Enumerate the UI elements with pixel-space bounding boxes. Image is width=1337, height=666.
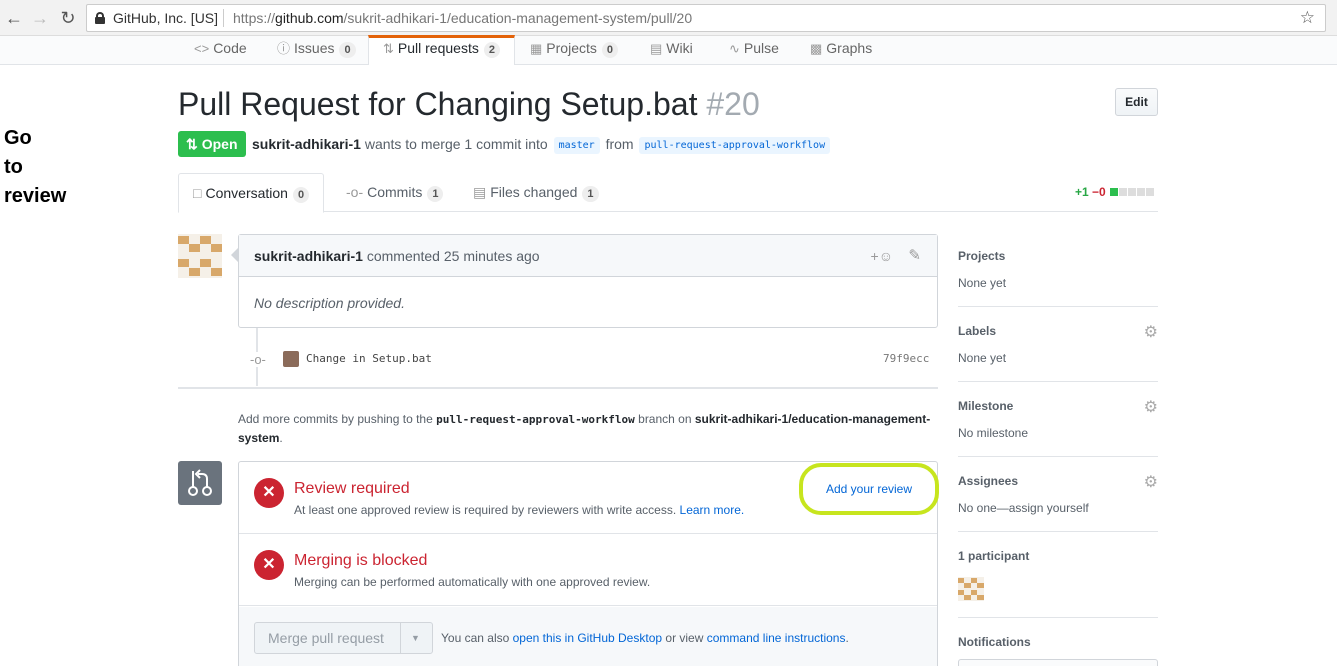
sidebar-divider bbox=[958, 617, 1158, 618]
diffstat: +1 −0 bbox=[1075, 185, 1154, 199]
repo-nav: <> Code ⓘ Issues 0 ⇅ Pull requests 2 ▦ Project… bbox=[0, 35, 1337, 65]
pull-request-icon: ⇅ bbox=[186, 136, 198, 152]
pr-meta: sukrit-adhikari-1 wants to merge 1 commi… bbox=[252, 136, 832, 154]
sidebar-divider bbox=[958, 531, 1158, 532]
tab-commits[interactable]: -o- Commits 1 bbox=[346, 173, 444, 212]
tab-files-changed[interactable]: ▤ Files changed 1 bbox=[473, 173, 599, 212]
diffstat-block bbox=[1146, 188, 1154, 196]
sidebar-notifications: Notifications bbox=[958, 635, 1031, 649]
commit-author-avatar[interactable] bbox=[283, 351, 299, 367]
address-bar[interactable]: GitHub, Inc. [US] https://github.com/suk… bbox=[86, 4, 1326, 32]
site-identity: GitHub, Inc. [US] bbox=[113, 10, 219, 26]
tab-issues[interactable]: ⓘ Issues 0 bbox=[277, 36, 356, 65]
merge-pull-request-button[interactable]: Merge pull request ▼ bbox=[254, 622, 433, 654]
merging-blocked-section: ✕ Merging is blocked Merging can be perf… bbox=[239, 534, 937, 606]
tab-graphs[interactable]: ▩ Graphs bbox=[810, 36, 872, 65]
gear-icon[interactable]: ⚙ bbox=[1144, 397, 1158, 417]
annotation-text: Go to review bbox=[4, 127, 67, 207]
tab-code[interactable]: <> Code bbox=[194, 36, 247, 65]
commits-counter: 1 bbox=[427, 186, 444, 202]
commit-sha[interactable]: 79f9ecc bbox=[883, 352, 929, 365]
base-branch[interactable]: master bbox=[553, 137, 600, 154]
add-reaction-icon[interactable]: +☺ bbox=[871, 248, 893, 264]
address-divider bbox=[223, 9, 224, 27]
code-icon: <> bbox=[194, 41, 210, 56]
commit-icon: -o- bbox=[346, 184, 364, 200]
gear-icon[interactable]: ⚙ bbox=[1144, 322, 1158, 342]
diffstat-block bbox=[1137, 188, 1145, 196]
commit-message[interactable]: Change in Setup.bat bbox=[306, 352, 432, 365]
sidebar-milestone[interactable]: Milestone ⚙ No milestone bbox=[958, 399, 1158, 440]
sidebar-projects[interactable]: Projects None yet bbox=[958, 249, 1158, 290]
head-branch[interactable]: pull-request-approval-workflow bbox=[639, 137, 831, 154]
wiki-icon: ▤ bbox=[650, 41, 663, 56]
avatar[interactable] bbox=[178, 234, 222, 278]
pull-request-icon: ⇅ bbox=[383, 41, 394, 56]
comment-body: No description provided. bbox=[254, 295, 405, 311]
github-desktop-link[interactable]: open this in GitHub Desktop bbox=[513, 631, 662, 645]
command-line-link[interactable]: command line instructions bbox=[707, 631, 846, 645]
merging-blocked-desc: Merging can be performed automatically w… bbox=[294, 575, 651, 589]
url-text[interactable]: https://github.com/sukrit-adhikari-1/edu… bbox=[233, 10, 692, 26]
sidebar-labels[interactable]: Labels ⚙ None yet bbox=[958, 324, 1158, 365]
lock-icon bbox=[95, 12, 105, 24]
participant-avatar[interactable] bbox=[958, 577, 984, 601]
graph-icon: ▩ bbox=[810, 41, 823, 56]
sidebar-divider bbox=[958, 456, 1158, 457]
diffstat-block bbox=[1128, 188, 1136, 196]
sidebar-divider bbox=[958, 306, 1158, 307]
status-badge: ⇅ Open bbox=[178, 131, 246, 157]
edit-button[interactable]: Edit bbox=[1115, 88, 1158, 116]
commit-icon: -o- bbox=[250, 352, 266, 367]
diffstat-block bbox=[1110, 188, 1118, 196]
pulse-icon: ∿ bbox=[729, 41, 740, 56]
sidebar-divider bbox=[958, 381, 1158, 382]
timeline-divider bbox=[178, 387, 938, 389]
merging-blocked-title: Merging is blocked bbox=[294, 552, 428, 569]
projects-counter: 0 bbox=[601, 42, 618, 58]
pr-number: #20 bbox=[706, 86, 760, 122]
forward-arrow-icon[interactable]: → bbox=[28, 6, 52, 30]
review-required-title: Review required bbox=[294, 480, 410, 497]
author-link[interactable]: sukrit-adhikari-1 bbox=[252, 136, 361, 152]
browser-toolbar: ← → ↻ GitHub, Inc. [US] https://github.c… bbox=[0, 0, 1337, 36]
sidebar-participants: 1 participant bbox=[958, 549, 1030, 563]
conversation-counter: 0 bbox=[292, 187, 310, 203]
reload-icon[interactable]: ↻ bbox=[56, 6, 80, 30]
files-counter: 1 bbox=[582, 186, 599, 202]
x-circle-icon: ✕ bbox=[254, 550, 284, 580]
comment-header: sukrit-adhikari-1 commented 25 minutes a… bbox=[239, 235, 937, 277]
tab-wiki[interactable]: ▤ Wiki bbox=[650, 36, 693, 65]
gear-icon[interactable]: ⚙ bbox=[1144, 472, 1158, 492]
issue-icon: ⓘ bbox=[277, 41, 291, 56]
merge-alternatives: You can also open this in GitHub Desktop… bbox=[441, 631, 849, 645]
merge-button-divider bbox=[400, 623, 401, 653]
conversation-icon: □ bbox=[193, 185, 202, 201]
tab-pulse[interactable]: ∿ Pulse bbox=[729, 36, 779, 65]
caret-down-icon[interactable]: ▼ bbox=[411, 623, 420, 653]
tab-pull-requests[interactable]: ⇅ Pull requests 2 bbox=[368, 35, 515, 65]
push-hint: Add more commits by pushing to the pull-… bbox=[238, 412, 931, 445]
pr-tabs: □ Conversation 0 -o- Commits 1 ▤ Files change… bbox=[178, 173, 1158, 213]
pencil-icon[interactable]: ✎ bbox=[908, 246, 921, 264]
bookmark-star-icon[interactable]: ☆ bbox=[1300, 8, 1315, 28]
tab-conversation[interactable]: □ Conversation 0 bbox=[178, 173, 325, 213]
sidebar-assignees[interactable]: Assignees ⚙ No one—assign yourself bbox=[958, 474, 1158, 515]
comment-author[interactable]: sukrit-adhikari-1 bbox=[254, 248, 363, 264]
learn-more-link[interactable]: Learn more. bbox=[680, 503, 745, 517]
tab-projects[interactable]: ▦ Projects 0 bbox=[530, 36, 618, 65]
issues-counter: 0 bbox=[339, 42, 356, 58]
diffstat-block bbox=[1119, 188, 1127, 196]
back-arrow-icon[interactable]: ← bbox=[2, 6, 26, 30]
page-title: Pull Request for Changing Setup.bat #20 bbox=[178, 86, 760, 122]
project-icon: ▦ bbox=[530, 41, 543, 56]
file-diff-icon: ▤ bbox=[473, 184, 487, 200]
add-review-button[interactable]: Add your review bbox=[799, 463, 939, 515]
pull-requests-counter: 2 bbox=[483, 42, 500, 58]
review-required-desc: At least one approved review is required… bbox=[294, 503, 745, 517]
git-merge-icon bbox=[178, 461, 222, 505]
notifications-subscribe-button[interactable] bbox=[958, 659, 1158, 666]
comment-box: sukrit-adhikari-1 commented 25 minutes a… bbox=[231, 234, 938, 328]
x-circle-icon: ✕ bbox=[254, 478, 284, 508]
